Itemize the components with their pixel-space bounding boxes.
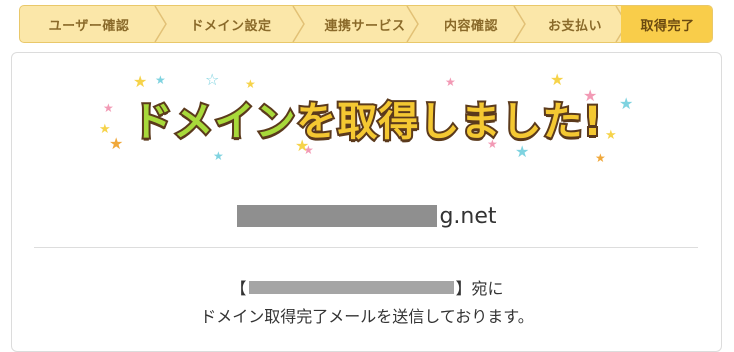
open-bracket: 【: [230, 279, 247, 298]
step-complete: 取得完了: [621, 6, 712, 42]
star-icon: ★: [550, 70, 565, 89]
notification-line-1: 【 】宛に: [0, 275, 734, 299]
domain-name: g.net: [0, 198, 734, 234]
step-label: ユーザー確認: [48, 18, 130, 34]
step-separator-icon: [292, 6, 305, 42]
completion-banner: ドメイン を取得しました! ★ ★ ★ ★ ★ ☆ ★ ★ ★ ★ ★ ★ ★ ★…: [95, 70, 640, 166]
star-icon: ☆: [205, 70, 220, 89]
close-bracket-suffix: 】宛に: [455, 279, 504, 298]
domain-suffix: g.net: [439, 203, 497, 229]
step-content-confirm: 内容確認: [418, 6, 524, 42]
step-separator-icon: [154, 6, 167, 42]
divider: [34, 247, 698, 248]
star-icon: ★: [619, 94, 634, 113]
star-icon: ★: [515, 142, 530, 161]
step-domain-setting: ドメイン設定: [168, 6, 294, 42]
banner-heading-part2: を取得しました!: [294, 97, 603, 147]
step-label: 連携サービス: [324, 18, 406, 34]
step-label: 取得完了: [640, 18, 695, 34]
step-label: 内容確認: [443, 18, 498, 34]
star-icon: ★: [595, 151, 606, 165]
star-icon: ★: [245, 77, 256, 91]
star-icon: ★: [445, 75, 456, 89]
step-user-confirm: ユーザー確認: [20, 6, 158, 42]
banner-heading-part1: ドメイン: [130, 97, 297, 147]
notification-line-2: ドメイン取得完了メールを送信しております。: [200, 307, 534, 326]
step-label: お支払い: [547, 18, 602, 34]
star-icon: ★: [487, 137, 498, 151]
star-icon: ★: [295, 136, 310, 155]
star-icon: ★: [103, 101, 114, 115]
step-payment: お支払い: [525, 6, 625, 42]
step-label: ドメイン設定: [190, 18, 272, 34]
progress-steps: ユーザー確認 ドメイン設定 連携サービス 内容確認 お支払い 取得完了: [19, 5, 713, 43]
redacted-email: [248, 280, 454, 294]
star-icon: ★: [133, 72, 148, 91]
star-icon: ★: [155, 73, 166, 87]
redacted-domain-prefix: [237, 205, 438, 227]
star-icon: ★: [109, 134, 124, 153]
star-icon: ★: [583, 86, 598, 105]
star-icon: ★: [213, 149, 224, 163]
star-icon: ★: [605, 128, 617, 143]
